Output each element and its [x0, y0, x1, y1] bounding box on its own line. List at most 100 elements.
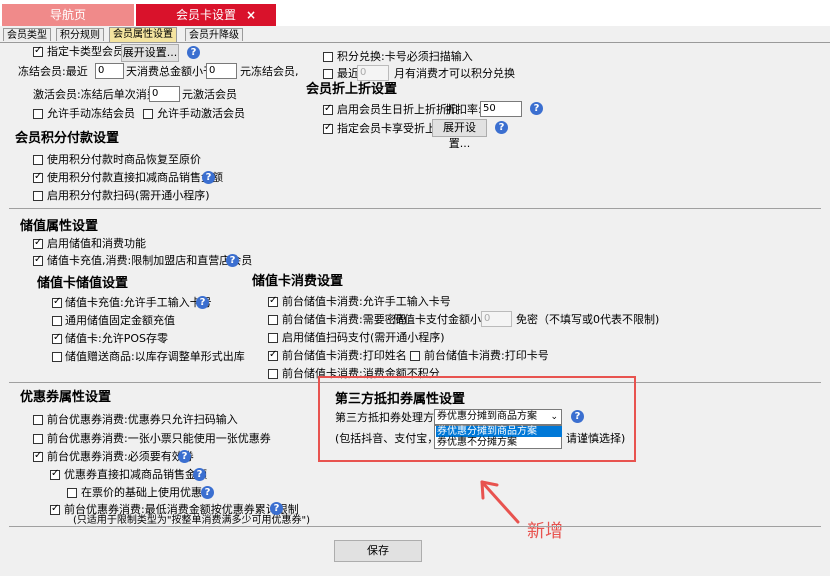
points-pay-section-title: 会员积分付款设置	[15, 131, 120, 146]
coupon-deduct-label: 优惠券直接扣减商品销售金额	[64, 468, 207, 481]
manual-freeze-checkbox[interactable]	[33, 109, 43, 119]
sv-consume-print-name-checkbox[interactable]	[268, 349, 278, 361]
card-type-member-label: 指定卡类型会员:	[47, 45, 128, 58]
third-party-method-select[interactable]: 券优惠分摊到商品方案 ⌄	[434, 409, 562, 425]
sv-consume-no-points-checkbox[interactable]	[268, 369, 278, 379]
help-icon[interactable]: ?	[270, 502, 283, 515]
annotation-new-label: 新增	[527, 521, 563, 542]
help-icon[interactable]: ?	[196, 296, 209, 309]
sv-consume-manual-card-checkbox[interactable]	[268, 295, 278, 307]
points-pay-deduct-checkbox[interactable]	[33, 171, 43, 183]
help-icon[interactable]: ?	[202, 171, 215, 184]
points-exchange-scan-label: 积分兑换:卡号必须扫描输入	[337, 50, 473, 63]
help-icon[interactable]: ?	[530, 102, 543, 115]
coupon-one-per-receipt-checkbox[interactable]	[33, 434, 43, 444]
stored-value-restrict-checkbox[interactable]	[33, 254, 43, 266]
sv-consume-manual-card-label: 前台储值卡消费:允许手工输入卡号	[282, 295, 451, 308]
sv-consume-password-checkbox[interactable]	[268, 315, 278, 325]
coupon-valid-required-label: 前台优惠券消费:必须要有效券	[47, 450, 194, 463]
subtab-points-rules[interactable]: 积分规则	[56, 28, 104, 41]
freeze-mid-label: 天消费总金额小于	[126, 65, 214, 78]
points-pay-original-price-checkbox[interactable]	[33, 155, 43, 165]
tab-member-card[interactable]: 会员卡设置 ×	[136, 4, 276, 26]
birthday-discount-label: 启用会员生日折上折折扣	[337, 103, 458, 116]
coupon-on-fare-checkbox[interactable]	[67, 488, 77, 498]
help-icon[interactable]: ?	[226, 254, 239, 267]
discount-rate-label: 折扣率:	[445, 103, 482, 116]
third-party-note-right: 请谨慎选择)	[566, 432, 626, 445]
points-exchange-scan-checkbox[interactable]	[323, 52, 333, 62]
stored-value-enable-checkbox[interactable]	[33, 237, 43, 249]
sv-store-fixed-amount-label: 通用储值固定金额充值	[65, 314, 175, 327]
subtab-member-type[interactable]: 会员类型	[3, 28, 51, 41]
manual-activate-label: 允许手动激活会员	[157, 107, 245, 120]
recent-label: 最近	[337, 67, 359, 80]
sv-pwd-limit-input[interactable]: 0	[481, 311, 512, 327]
sv-store-manual-card-checkbox[interactable]	[52, 296, 62, 308]
coupon-deduct-checkbox[interactable]	[50, 468, 60, 480]
sv-consume-scan-checkbox[interactable]	[268, 333, 278, 343]
freeze-prefix-label: 冻结会员:最近	[18, 65, 88, 78]
points-pay-scan-checkbox[interactable]	[33, 191, 43, 201]
third-party-method-value: 券优惠分摊到商品方案	[437, 411, 537, 422]
sv-pwd-limit-suffix: 免密（不填写或0代表不限制)	[516, 313, 660, 326]
sv-consume-print-card-checkbox[interactable]	[410, 351, 420, 361]
freeze-days-input[interactable]: 0	[95, 63, 124, 79]
discount-rate-input[interactable]: 50	[480, 101, 522, 117]
recent-months-input[interactable]: 0	[357, 65, 389, 81]
help-icon[interactable]: ?	[495, 121, 508, 134]
sv-store-gift-stock-label: 储值赠送商品:以库存调整单形式出库	[65, 350, 245, 363]
manual-activate-checkbox[interactable]	[143, 109, 153, 119]
sv-consume-print-card-label: 前台储值卡消费:打印卡号	[424, 349, 549, 362]
sv-consume-print-name-label: 前台储值卡消费:打印姓名	[282, 349, 407, 362]
card-type-member-checkbox[interactable]	[33, 45, 43, 57]
points-pay-deduct-label: 使用积分付款直接扣减商品销售金额	[47, 171, 223, 184]
birthday-discount-checkbox[interactable]	[323, 103, 333, 115]
freeze-amount-input[interactable]: 0	[206, 63, 237, 79]
tab-member-card-label: 会员卡设置	[175, 8, 236, 22]
help-icon[interactable]: ?	[193, 468, 206, 481]
dropdown-option[interactable]: 券优惠分摊到商品方案	[436, 426, 562, 437]
activate-amount-input[interactable]: 0	[149, 86, 180, 102]
card-type-discount-checkbox[interactable]	[323, 122, 333, 134]
coupon-section-title: 优惠券属性设置	[20, 390, 112, 405]
help-icon[interactable]: ?	[187, 46, 200, 59]
stored-value-restrict-label: 储值卡充值,消费:限制加盟店和直营店会员	[47, 254, 253, 267]
close-icon[interactable]: ×	[246, 4, 256, 26]
subtab-label: 会员类型	[7, 30, 47, 41]
sv-store-gift-stock-checkbox[interactable]	[52, 352, 62, 362]
sv-pwd-limit-label: 储值卡支付金额小于	[393, 313, 492, 326]
dropdown-option[interactable]: 券优惠不分摊方案	[436, 437, 562, 448]
help-icon[interactable]: ?	[201, 486, 214, 499]
sv-store-pos-change-checkbox[interactable]	[52, 332, 62, 344]
subtab-label: 会员属性设置	[113, 29, 173, 40]
coupon-min-amount-checkbox[interactable]	[50, 503, 60, 515]
discount-expand-button[interactable]: 展开设置...	[432, 119, 487, 150]
third-party-method-label: 第三方抵扣券处理方式:	[335, 411, 449, 424]
section-divider	[9, 526, 821, 527]
coupon-valid-required-checkbox[interactable]	[33, 450, 43, 462]
freeze-suffix-label: 元冻结会员,	[240, 65, 299, 78]
subtab-member-attributes[interactable]: 会员属性设置	[109, 27, 177, 42]
expand-settings-button[interactable]: 展开设置...	[121, 44, 179, 62]
sv-consume-scan-label: 启用储值扫码支付(需开通小程序)	[282, 331, 445, 344]
tab-home-label: 导航页	[49, 8, 86, 22]
sv-store-fixed-amount-checkbox[interactable]	[52, 316, 62, 326]
stored-value-enable-label: 启用储值和消费功能	[47, 237, 146, 250]
third-party-method-dropdown[interactable]: 券优惠分摊到商品方案 券优惠不分摊方案	[434, 425, 562, 449]
save-button[interactable]: 保存	[334, 540, 422, 562]
coupon-on-fare-label: 在票价的基础上使用优惠券	[81, 486, 213, 499]
sv-consume-password-label: 前台储值卡消费:需要密码	[282, 313, 407, 326]
sub-tab-bar: 会员类型 积分规则 会员属性设置 会员升降级	[0, 26, 830, 43]
subtab-member-upgrade[interactable]: 会员升降级	[185, 28, 243, 41]
coupon-scan-only-label: 前台优惠券消费:优惠券只允许扫码输入	[47, 413, 238, 426]
coupon-scan-only-checkbox[interactable]	[33, 415, 43, 425]
third-party-section-title: 第三方抵扣券属性设置	[335, 392, 466, 407]
points-pay-scan-label: 启用积分付款扫码(需开通小程序)	[47, 189, 210, 202]
help-icon[interactable]: ?	[571, 410, 584, 423]
recent-consume-checkbox[interactable]	[323, 69, 333, 79]
activate-suffix-label: 元激活会员	[182, 88, 237, 101]
help-icon[interactable]: ?	[178, 450, 191, 463]
discount-section-title: 会员折上折设置	[306, 82, 398, 97]
tab-home[interactable]: 导航页	[2, 4, 134, 26]
